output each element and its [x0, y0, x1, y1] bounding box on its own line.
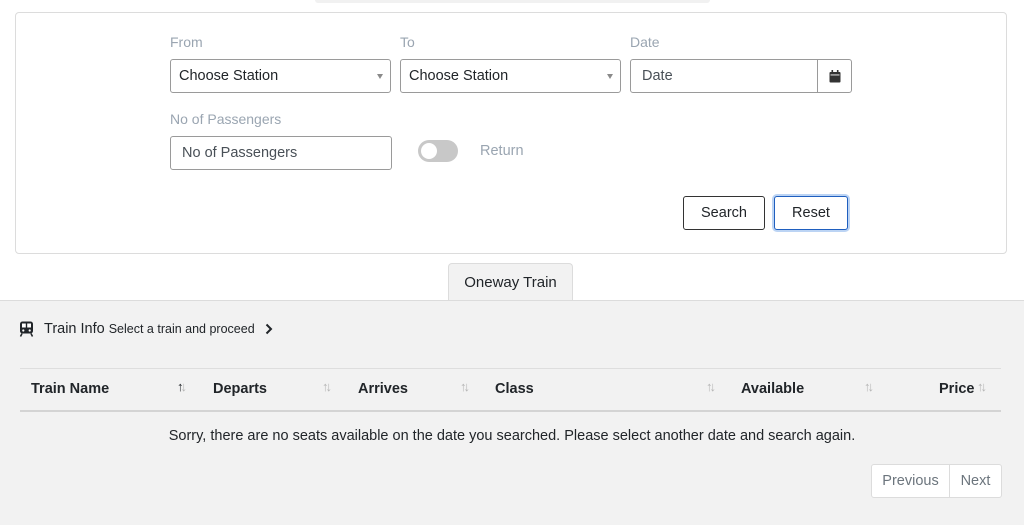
sort-arrows-icon[interactable]: ↑↓ [177, 379, 187, 394]
to-station-select[interactable]: Choose Station [400, 59, 621, 93]
column-header-departs[interactable]: Departs [213, 381, 267, 397]
train-info-subtitle: Select a train and proceed [108, 322, 255, 336]
search-button[interactable]: Search [683, 196, 765, 230]
from-station-select[interactable]: Choose Station [170, 59, 391, 93]
sort-arrows-icon[interactable]: ↑↓ [322, 379, 332, 394]
column-header-price[interactable]: Price [939, 381, 974, 397]
column-header-arrives[interactable]: Arrives [358, 381, 408, 397]
sort-arrows-icon[interactable]: ↑↓ [460, 379, 470, 394]
train-info-title: Train Info [44, 321, 105, 337]
return-label: Return [480, 143, 524, 159]
empty-results-message: Sorry, there are no seats available on t… [168, 428, 856, 444]
column-header-train-name[interactable]: Train Name [31, 381, 109, 397]
calendar-icon [829, 69, 840, 82]
date-placeholder: Date [642, 68, 673, 84]
to-station-value: Choose Station [409, 68, 509, 84]
date-picker-button[interactable] [817, 60, 851, 92]
top-strip [315, 0, 710, 3]
passengers-label: No of Passengers [170, 111, 282, 127]
date-label: Date [630, 34, 660, 50]
toggle-knob [421, 143, 437, 159]
sort-arrows-icon[interactable]: ↑↓ [977, 379, 987, 394]
sort-arrows-icon[interactable]: ↑↓ [706, 379, 716, 394]
pagination: Previous Next [871, 464, 1002, 498]
passengers-input[interactable]: No of Passengers [170, 136, 392, 170]
to-label: To [400, 34, 415, 50]
column-header-class[interactable]: Class [495, 381, 534, 397]
dropdown-caret-icon [607, 74, 613, 79]
train-icon [19, 321, 34, 337]
passengers-placeholder: No of Passengers [182, 145, 298, 161]
chevron-right-icon [265, 323, 273, 335]
from-station-value: Choose Station [179, 68, 279, 84]
return-toggle[interactable] [418, 140, 458, 162]
search-form-card [15, 12, 1007, 254]
sort-arrows-icon[interactable]: ↑↓ [864, 379, 874, 394]
tab-oneway-train[interactable]: Oneway Train [448, 263, 573, 301]
train-info-header: Train Info Select a train and proceed [19, 321, 273, 337]
table-header-rule [20, 410, 1001, 412]
date-input[interactable]: Date [630, 59, 852, 93]
next-page-button[interactable]: Next [950, 465, 1001, 497]
from-label: From [170, 34, 203, 50]
column-header-available[interactable]: Available [741, 381, 804, 397]
previous-page-button[interactable]: Previous [872, 465, 950, 497]
reset-button[interactable]: Reset [774, 196, 848, 230]
dropdown-caret-icon [377, 74, 383, 79]
table-top-rule [20, 368, 1001, 369]
